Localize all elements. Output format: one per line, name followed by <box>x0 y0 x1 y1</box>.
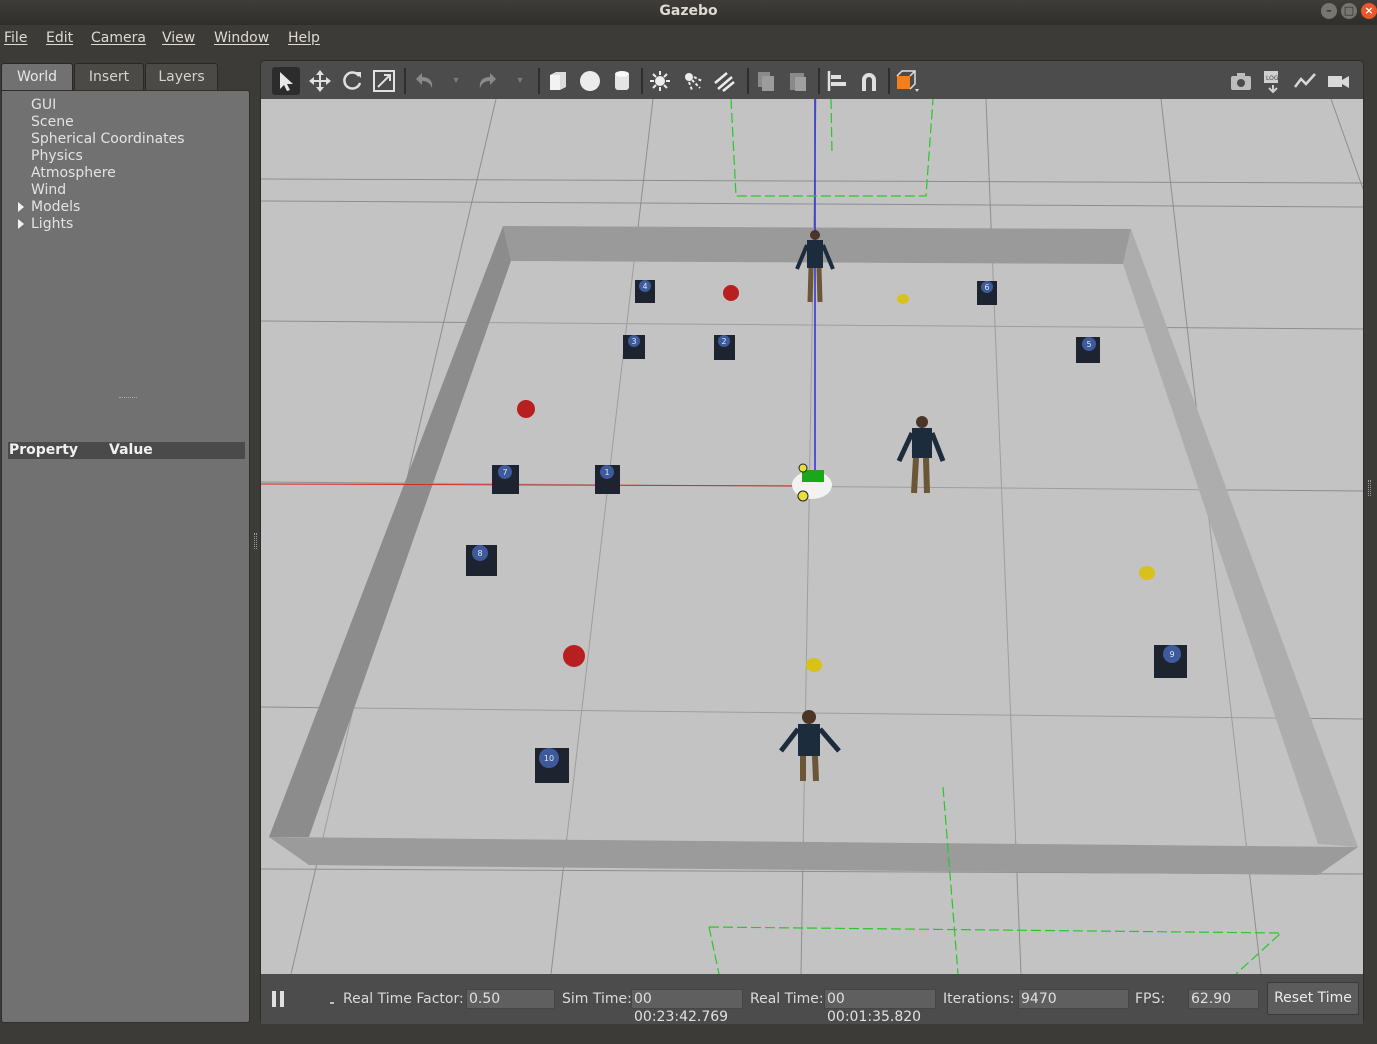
spot-light-icon[interactable] <box>678 67 706 95</box>
svg-text:LOG: LOG <box>1266 75 1279 82</box>
paste-icon[interactable] <box>784 67 812 95</box>
tab-layers[interactable]: Layers <box>145 63 218 90</box>
tab-insert[interactable]: Insert <box>74 63 144 90</box>
sim-time-field: 00 00:23:42.769 <box>631 989 743 1025</box>
maximize-icon[interactable]: □ <box>1341 3 1357 19</box>
real-time-field: 00 00:01:35.820 <box>824 989 936 1025</box>
cube-label: 9 <box>1169 650 1174 659</box>
tree-item-models[interactable]: Models <box>18 199 81 216</box>
step-handle <box>330 1002 334 1004</box>
toolbar-separator <box>888 68 890 94</box>
cube-label: 2 <box>721 337 726 346</box>
sphere-shape-icon[interactable] <box>576 67 604 95</box>
cube-label: 5 <box>1086 340 1091 349</box>
cube-label: 8 <box>477 549 482 558</box>
panel-resize-grip[interactable] <box>254 533 257 549</box>
pause-icon-bar <box>280 991 284 1007</box>
rotate-icon[interactable] <box>338 67 366 95</box>
iterations-field: 9470 <box>1018 989 1129 1009</box>
close-icon[interactable]: × <box>1361 3 1377 19</box>
redo-icon[interactable] <box>474 67 502 95</box>
menu-help[interactable]: Help <box>288 30 320 46</box>
redo-dropdown-icon[interactable]: ▾ <box>506 67 534 95</box>
tab-world[interactable]: World <box>1 63 73 90</box>
tree-item-physics[interactable]: Physics <box>31 148 83 165</box>
property-header: Property Value <box>8 442 245 459</box>
window-title: Gazebo <box>659 3 718 19</box>
expand-arrow-icon[interactable] <box>18 202 24 212</box>
cylinder-shape-icon[interactable] <box>608 67 636 95</box>
reset-time-button[interactable]: Reset Time <box>1267 982 1359 1015</box>
tree-item-wind[interactable]: Wind <box>31 182 66 199</box>
expand-arrow-icon[interactable] <box>18 219 24 229</box>
left-panel: World Insert Layers GUI Scene Spherical … <box>0 53 260 1044</box>
toolbar-separator <box>818 68 820 94</box>
align-icon[interactable] <box>823 67 851 95</box>
toolbar-separator <box>747 68 749 94</box>
minimize-icon[interactable]: – <box>1321 3 1337 19</box>
real-time-factor-label: Real Time Factor: <box>343 991 464 1007</box>
directional-light-icon[interactable] <box>710 67 738 95</box>
fps-field: 62.90 <box>1188 989 1259 1009</box>
record-video-icon[interactable] <box>1324 67 1352 95</box>
cube-label: 6 <box>984 283 989 292</box>
toolbar-separator <box>641 68 643 94</box>
screenshot-icon[interactable] <box>1227 67 1255 95</box>
real-time-label: Real Time: <box>750 991 824 1007</box>
view-angle-icon[interactable] <box>893 67 921 95</box>
tree-item-lights[interactable]: Lights <box>18 216 74 233</box>
undo-icon[interactable] <box>410 67 438 95</box>
tree-item-gui[interactable]: GUI <box>31 97 56 114</box>
magnet-snap-icon[interactable] <box>855 67 883 95</box>
iterations-label: Iterations: <box>943 991 1015 1007</box>
menu-window[interactable]: Window <box>214 30 269 46</box>
translate-icon[interactable] <box>306 67 334 95</box>
splitter-handle[interactable] <box>119 397 137 399</box>
menu-view[interactable]: View <box>162 30 195 46</box>
undo-dropdown-icon[interactable]: ▾ <box>442 67 470 95</box>
pause-button[interactable] <box>271 990 287 1008</box>
cube-label: 3 <box>631 337 636 346</box>
cube-label: 4 <box>642 282 647 291</box>
status-bar: Real Time Factor: 0.50 Sim Time: 00 00:2… <box>261 974 1363 1025</box>
point-light-icon[interactable] <box>646 67 674 95</box>
select-arrow-icon[interactable] <box>272 67 300 95</box>
property-column-label: Property <box>9 442 79 458</box>
toolbar: ▾ ▾ LOG <box>262 62 1362 98</box>
3d-viewport[interactable]: 4 6 3 2 5 7 1 8 9 10 <box>261 99 1363 974</box>
scale-icon[interactable] <box>370 67 398 95</box>
menu-bar: File Edit Camera View Window Help <box>0 25 1377 53</box>
right-panel-grip[interactable] <box>1368 480 1371 496</box>
cube-label: 7 <box>502 468 507 477</box>
tree-item-spherical-coordinates[interactable]: Spherical Coordinates <box>31 131 185 148</box>
plot-icon[interactable] <box>1291 67 1319 95</box>
pause-icon <box>272 991 276 1007</box>
value-column-label: Value <box>109 442 153 458</box>
window-titlebar: Gazebo – □ × <box>0 0 1377 25</box>
menu-file[interactable]: File <box>4 30 27 46</box>
world-tree: GUI Scene Spherical Coordinates Physics … <box>1 90 250 1023</box>
tree-item-lights-label: Lights <box>31 216 74 232</box>
tree-item-models-label: Models <box>31 199 81 215</box>
cube-label: 10 <box>544 754 554 763</box>
box-shape-icon[interactable] <box>544 67 572 95</box>
sim-time-label: Sim Time: <box>562 991 632 1007</box>
tree-item-scene[interactable]: Scene <box>31 114 74 131</box>
tree-item-atmosphere[interactable]: Atmosphere <box>31 165 116 182</box>
fps-label: FPS: <box>1135 991 1166 1007</box>
copy-icon[interactable] <box>752 67 780 95</box>
log-icon[interactable]: LOG <box>1259 67 1287 95</box>
toolbar-separator <box>538 68 540 94</box>
toolbar-separator <box>404 68 406 94</box>
cube-label: 1 <box>604 468 609 477</box>
menu-edit[interactable]: Edit <box>46 30 73 46</box>
real-time-factor-field: 0.50 <box>466 989 555 1009</box>
menu-camera[interactable]: Camera <box>91 30 146 46</box>
